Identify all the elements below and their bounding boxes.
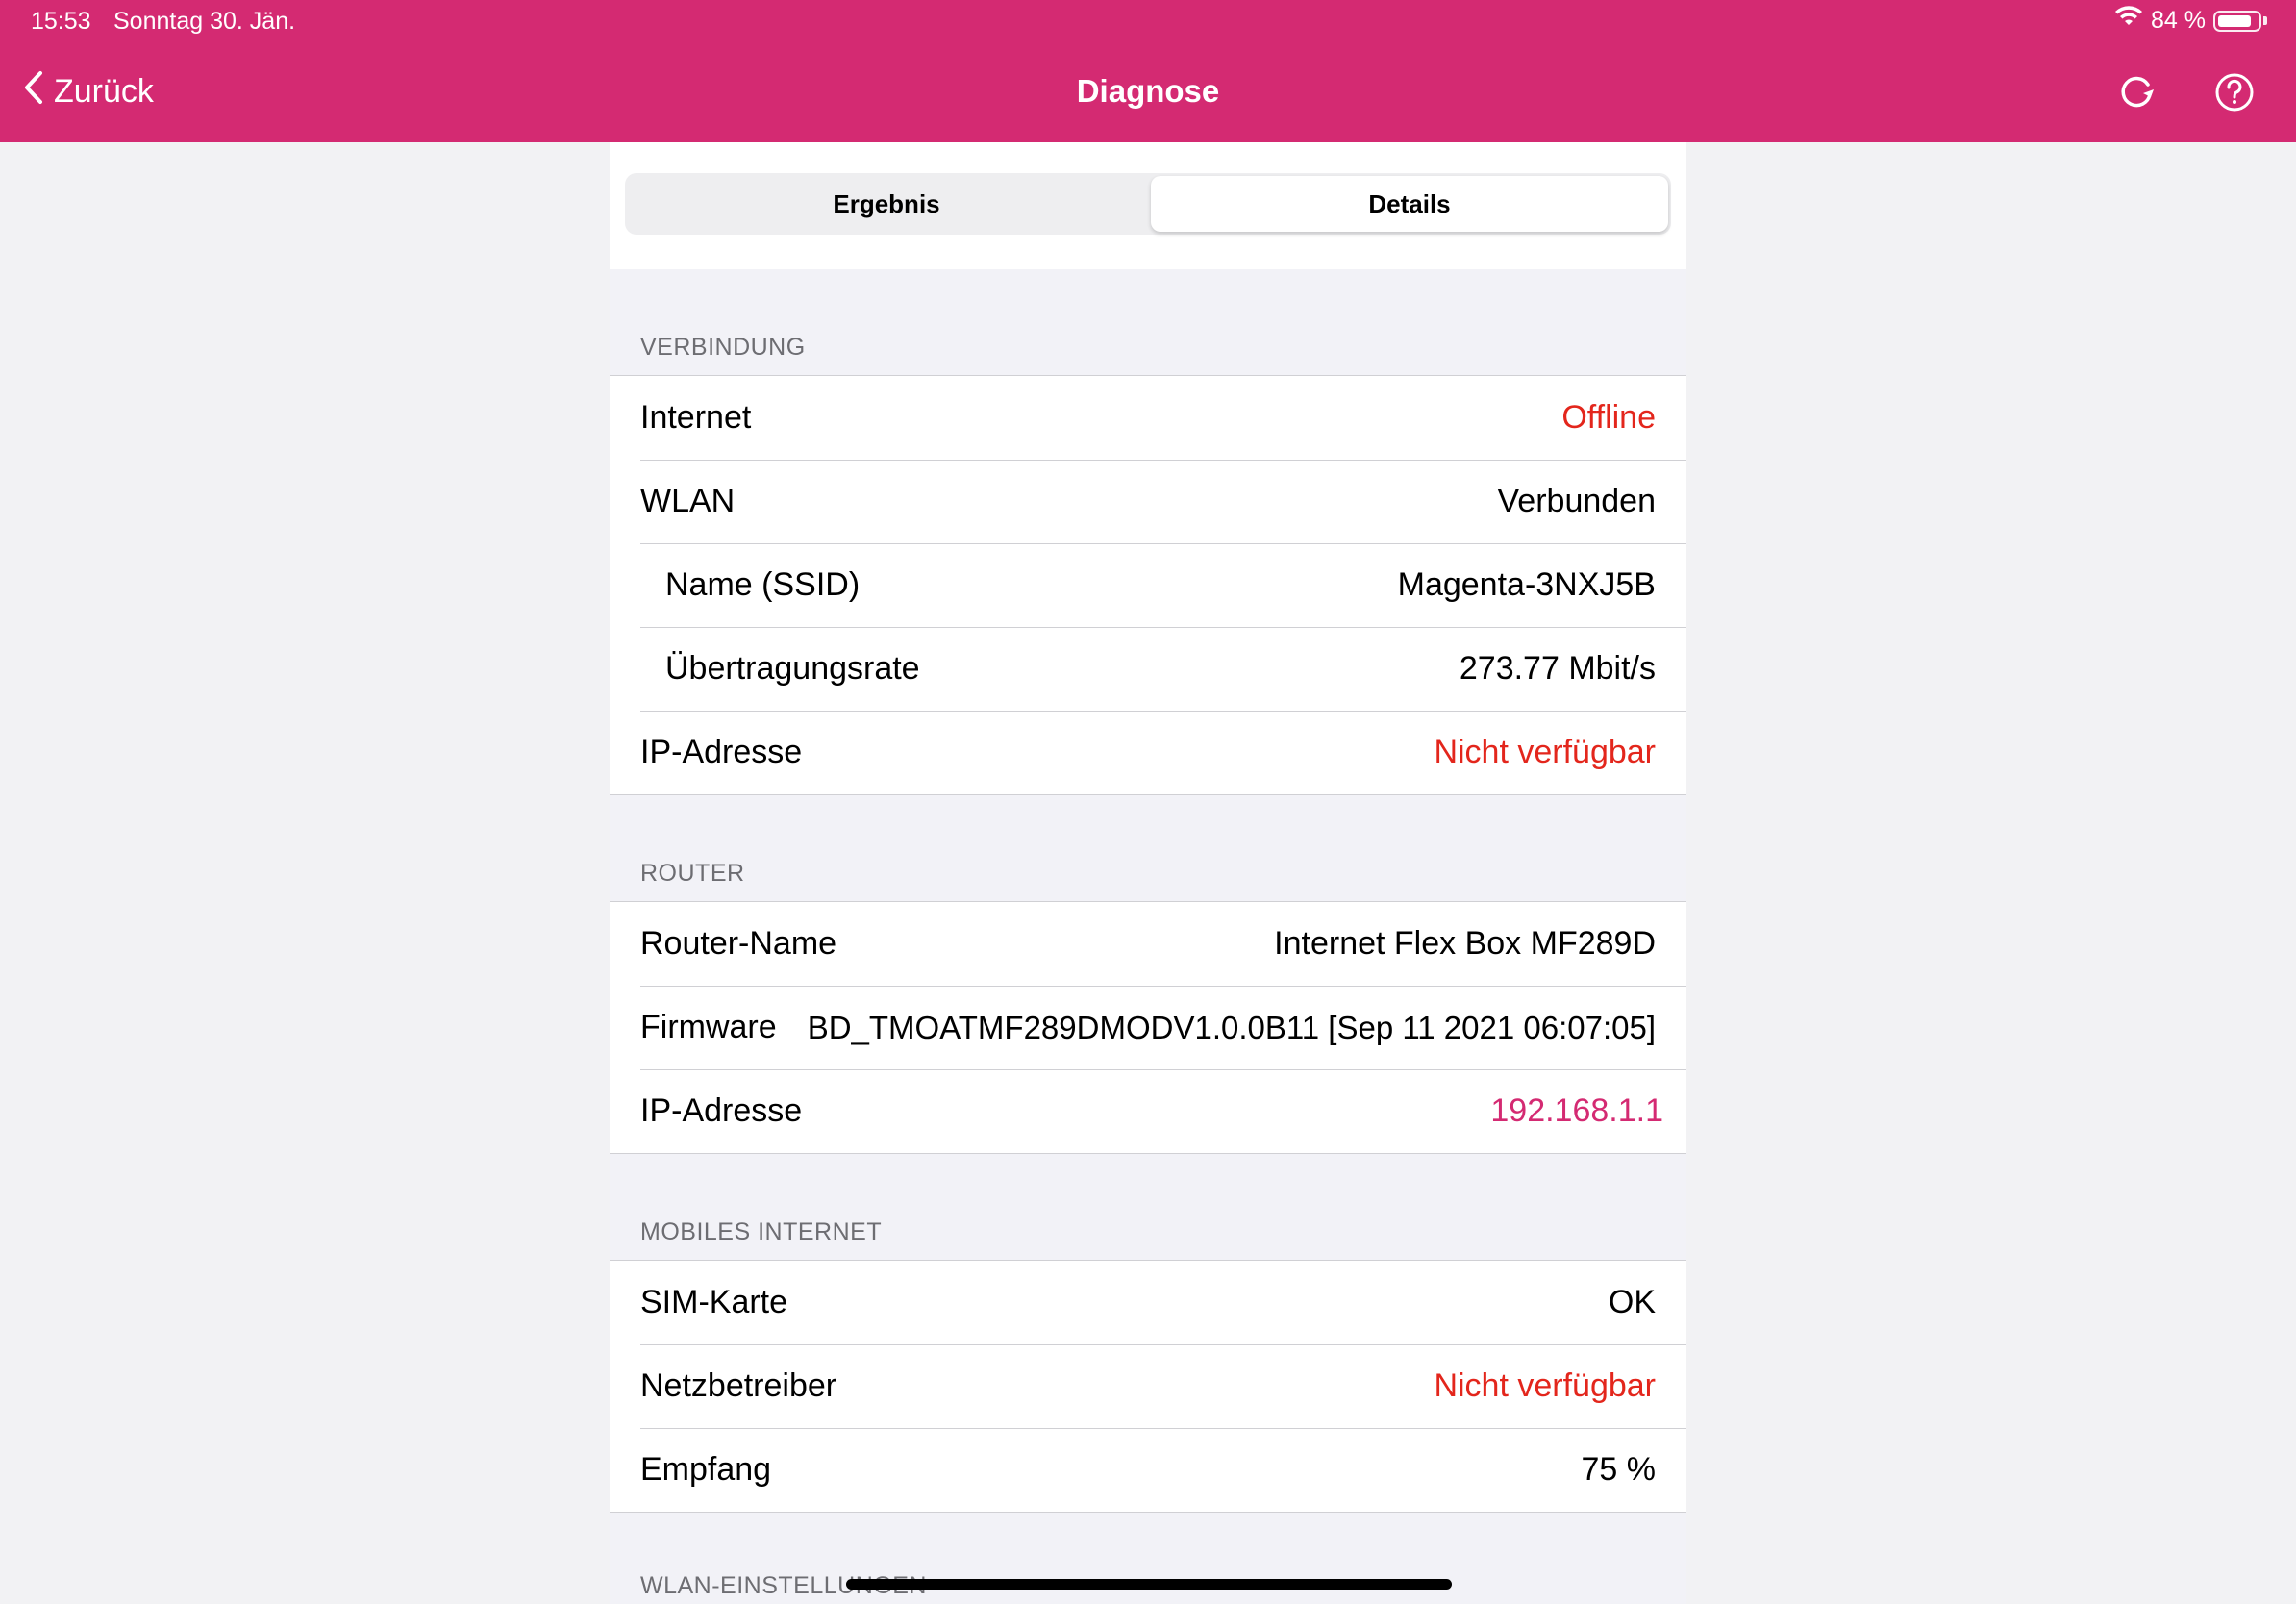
row-label: Netzbetreiber (640, 1367, 837, 1404)
row-firmware: Firmware BD_TMOATMF289DMODV1.0.0B11 [Sep… (610, 986, 1686, 1069)
row-label: Internet (640, 399, 752, 436)
status-right: 84 % (2114, 6, 2267, 36)
section-header-verbindung: VERBINDUNG (640, 334, 806, 361)
row-router-name: Router-Name Internet Flex Box MF289D (610, 902, 1686, 986)
row-ssid: Name (SSID) Magenta-3NXJ5B (610, 543, 1686, 627)
row-value: Magenta-3NXJ5B (1397, 566, 1656, 603)
segment-ergebnis[interactable]: Ergebnis (628, 176, 1145, 232)
status-time: 15:53 (31, 8, 91, 35)
group-mobil: SIM-Karte OK Netzbetreiber Nicht verfügb… (610, 1260, 1686, 1513)
row-label: Übertragungsrate (665, 650, 920, 687)
row-value: Nicht verfügbar (1434, 1367, 1656, 1404)
row-label: IP-Adresse (640, 734, 803, 770)
top-bar: 15:53 Sonntag 30. Jän. 84 % Zurück Diagn… (0, 0, 2296, 142)
segmented-control: Ergebnis Details (625, 173, 1671, 235)
row-label: Router-Name (640, 925, 837, 962)
home-indicator[interactable] (846, 1579, 1452, 1590)
row-signal: Empfang 75 % (610, 1428, 1686, 1512)
content-panel: Ergebnis Details VERBINDUNG Internet Off… (610, 142, 1686, 1604)
router-ip-link[interactable]: 192.168.1.1 (1490, 1092, 1663, 1130)
row-provider: Netzbetreiber Nicht verfügbar (610, 1344, 1686, 1428)
section-header-router: ROUTER (640, 860, 745, 887)
refresh-icon (2115, 71, 2158, 118)
row-sim: SIM-Karte OK (610, 1261, 1686, 1344)
row-value: OK (1608, 1284, 1656, 1320)
help-button[interactable] (2209, 69, 2259, 119)
battery-tip (2263, 16, 2267, 25)
row-value: Internet Flex Box MF289D (1274, 925, 1656, 962)
battery-percent: 84 % (2151, 7, 2206, 34)
row-label: IP-Adresse (640, 1092, 803, 1129)
group-verbindung: Internet Offline WLAN Verbunden Name (SS… (610, 375, 1686, 795)
row-rate: Übertragungsrate 273.77 Mbit/s (610, 627, 1686, 711)
row-wlan: WLAN Verbunden (610, 460, 1686, 543)
section-header-mobil: MOBILES INTERNET (640, 1218, 883, 1245)
battery-icon (2213, 10, 2261, 32)
refresh-button[interactable] (2111, 69, 2161, 119)
segment-bar: Ergebnis Details (610, 142, 1686, 269)
row-label: Firmware (640, 1009, 777, 1045)
row-value: 273.77 Mbit/s (1459, 650, 1656, 687)
section-header-wlan-settings: WLAN-EINSTELLUNGEN (640, 1572, 927, 1599)
row-router-ip: IP-Adresse 192.168.1.1 (610, 1069, 1686, 1153)
group-router: Router-Name Internet Flex Box MF289D Fir… (610, 901, 1686, 1154)
row-label: SIM-Karte (640, 1284, 788, 1320)
wifi-icon (2114, 6, 2143, 36)
row-ip-device: IP-Adresse Nicht verfügbar (610, 711, 1686, 794)
row-value: Nicht verfügbar (1434, 734, 1656, 770)
help-icon (2213, 71, 2256, 118)
row-label: Empfang (640, 1451, 772, 1488)
row-label: WLAN (640, 483, 736, 519)
row-value: BD_TMOATMF289DMODV1.0.0B11 [Sep 11 2021 … (807, 1009, 1656, 1045)
status-date: Sonntag 30. Jän. (113, 8, 296, 35)
page-title: Diagnose (1076, 73, 1220, 109)
row-label: Name (SSID) (665, 566, 861, 603)
row-value: 75 % (1581, 1451, 1657, 1488)
row-value: Verbunden (1497, 483, 1657, 519)
segment-details[interactable]: Details (1151, 176, 1668, 232)
row-internet: Internet Offline (610, 376, 1686, 460)
row-value: Offline (1561, 399, 1656, 436)
